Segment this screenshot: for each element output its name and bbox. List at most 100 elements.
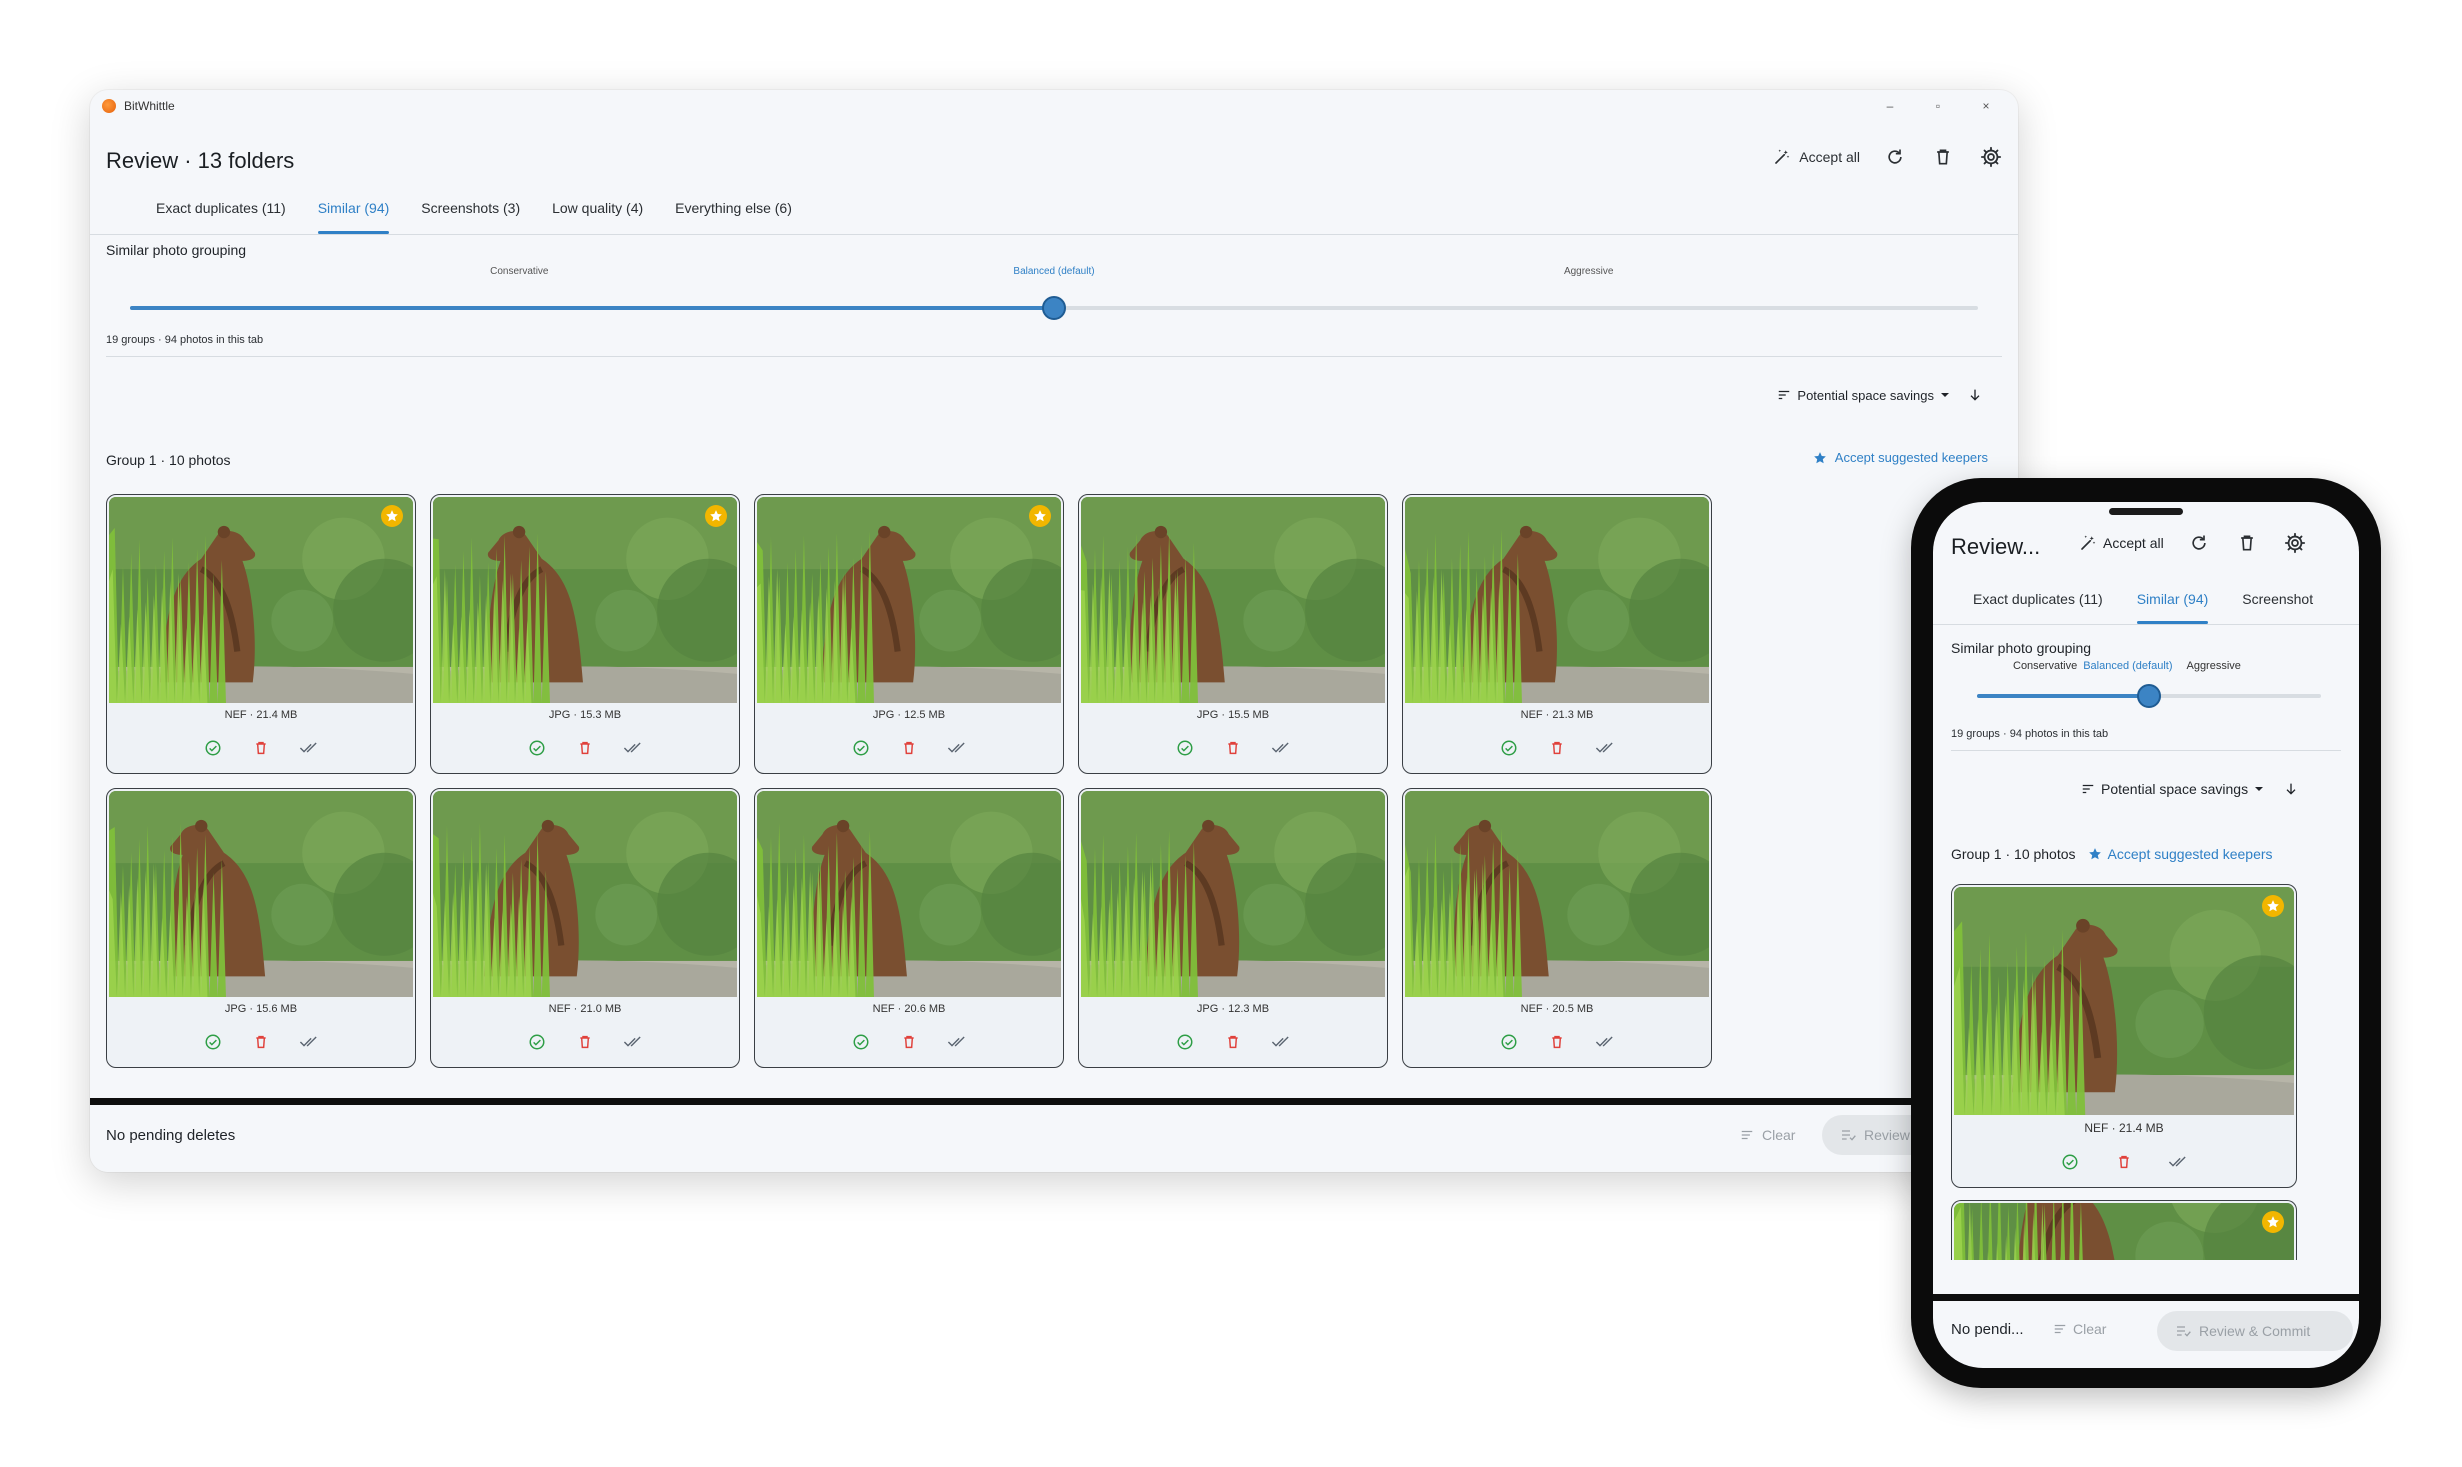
keep-this-only-button[interactable] [1594, 737, 1616, 759]
photo-card[interactable]: NEF · 21.0 MB [430, 788, 740, 1068]
mobile-level-aggressive[interactable]: Aggressive [2186, 660, 2240, 672]
photo-card[interactable]: NEF · 21.3 MB [1402, 494, 1712, 774]
trash-icon [1228, 1035, 1238, 1049]
tab-exact-duplicates[interactable]: Exact duplicates (11) [156, 190, 286, 234]
photo-thumbnail[interactable] [433, 791, 737, 997]
close-button[interactable]: × [1962, 90, 2010, 122]
mobile-accept-all-button[interactable]: Accept all [2079, 534, 2164, 552]
photo-image [1954, 887, 2294, 1115]
mobile-refresh-button[interactable] [2186, 530, 2212, 556]
slider-thumb[interactable] [1042, 296, 1066, 320]
minimize-button[interactable]: – [1866, 90, 1914, 122]
keep-this-only-button[interactable] [946, 737, 968, 759]
delete-photo-button[interactable] [1222, 1031, 1244, 1053]
keep-button[interactable] [850, 1031, 872, 1053]
photo-thumbnail[interactable] [757, 497, 1061, 703]
mobile-review-commit-button[interactable]: Review & Commit [2157, 1311, 2353, 1351]
keep-button[interactable] [526, 737, 548, 759]
mobile-tab-screenshots[interactable]: Screenshot [2242, 580, 2313, 624]
photo-thumbnail[interactable] [1081, 791, 1385, 997]
photo-thumbnail[interactable] [1954, 887, 2294, 1115]
keep-button[interactable] [202, 737, 224, 759]
photo-card[interactable]: NEF · 21.4 MB [106, 494, 416, 774]
mobile-photo-card-partial[interactable] [1951, 1200, 2297, 1260]
mobile-grouping-slider[interactable] [1977, 684, 2321, 708]
keep-button[interactable] [850, 737, 872, 759]
delete-photo-button[interactable] [898, 1031, 920, 1053]
photo-actions [107, 1031, 415, 1053]
keep-this-only-button[interactable] [298, 737, 320, 759]
level-balanced[interactable]: Balanced (default) [1013, 266, 1094, 277]
grouping-slider[interactable] [130, 296, 1978, 320]
mobile-tab-similar[interactable]: Similar (94) [2136, 580, 2208, 624]
refresh-button[interactable] [1882, 144, 1908, 170]
delete-photo-button[interactable] [250, 1031, 272, 1053]
keep-button[interactable] [1174, 1031, 1196, 1053]
mobile-clear-button[interactable]: Clear [2053, 1321, 2106, 1337]
mobile-slider-thumb[interactable] [2137, 684, 2161, 708]
mobile-accept-keepers-link[interactable]: Accept suggested keepers [2088, 846, 2273, 862]
delete-photo-button[interactable] [250, 737, 272, 759]
level-conservative[interactable]: Conservative [490, 266, 548, 277]
keep-button[interactable] [1498, 737, 1520, 759]
keep-button[interactable] [526, 1031, 548, 1053]
keep-this-only-button[interactable] [298, 1031, 320, 1053]
sort-dropdown[interactable]: Potential space savings [1777, 388, 1950, 403]
photo-thumbnail[interactable] [1405, 497, 1709, 703]
keep-button[interactable] [1174, 737, 1196, 759]
photo-thumbnail[interactable] [757, 791, 1061, 997]
mobile-level-balanced[interactable]: Balanced (default) [2083, 660, 2172, 672]
tab-everything-else[interactable]: Everything else (6) [675, 190, 792, 234]
keep-this-only-button[interactable] [622, 737, 644, 759]
maximize-button[interactable]: ▫ [1914, 90, 1962, 122]
keep-button[interactable] [202, 1031, 224, 1053]
delete-photo-button[interactable] [898, 737, 920, 759]
photo-card[interactable]: JPG · 15.6 MB [106, 788, 416, 1068]
mobile-sort-dropdown[interactable]: Potential space savings [2081, 781, 2264, 797]
settings-button[interactable] [1978, 144, 2004, 170]
photo-thumbnail[interactable] [1405, 791, 1709, 997]
delete-photo-button[interactable] [574, 1031, 596, 1053]
delete-photo-button[interactable] [574, 737, 596, 759]
refresh-icon [2192, 535, 2206, 550]
accept-all-button[interactable]: Accept all [1773, 148, 1860, 166]
keep-this-only-button[interactable] [1270, 1031, 1292, 1053]
keep-this-only-button[interactable] [1270, 737, 1292, 759]
photo-image [109, 497, 413, 703]
photo-card[interactable]: JPG · 12.3 MB [1078, 788, 1388, 1068]
keep-this-only-button[interactable] [1594, 1031, 1616, 1053]
keep-this-only-button[interactable] [946, 1031, 968, 1053]
tab-similar[interactable]: Similar (94) [317, 190, 389, 234]
delete-photo-button[interactable] [1546, 1031, 1568, 1053]
keep-this-only-button[interactable] [2167, 1151, 2189, 1173]
photo-thumbnail[interactable] [109, 497, 413, 703]
tab-low-quality[interactable]: Low quality (4) [552, 190, 643, 234]
photo-thumbnail[interactable] [109, 791, 413, 997]
level-aggressive[interactable]: Aggressive [1564, 266, 1613, 277]
mobile-tab-exact-duplicates[interactable]: Exact duplicates (11) [1973, 580, 2103, 624]
photo-thumbnail[interactable] [433, 497, 737, 703]
photo-thumbnail[interactable] [1954, 1203, 2294, 1260]
delete-photo-button[interactable] [1546, 737, 1568, 759]
accept-suggested-keepers-link[interactable]: Accept suggested keepers [1813, 450, 1988, 465]
delete-photo-button[interactable] [2113, 1151, 2135, 1173]
clear-button[interactable]: Clear [1740, 1127, 1795, 1143]
photo-thumbnail[interactable] [1081, 497, 1385, 703]
mobile-photo-card[interactable]: NEF · 21.4 MB [1951, 884, 2297, 1188]
photo-card[interactable]: NEF · 20.5 MB [1402, 788, 1712, 1068]
photo-card[interactable]: NEF · 20.6 MB [754, 788, 1064, 1068]
photo-card[interactable]: JPG · 12.5 MB [754, 494, 1064, 774]
mobile-settings-button[interactable] [2282, 530, 2308, 556]
sort-direction-button[interactable] [1962, 382, 1988, 408]
keep-button[interactable] [1498, 1031, 1520, 1053]
mobile-sort-direction-button[interactable] [2278, 776, 2304, 802]
delete-photo-button[interactable] [1222, 737, 1244, 759]
tab-screenshots[interactable]: Screenshots (3) [421, 190, 520, 234]
mobile-delete-button[interactable] [2234, 530, 2260, 556]
keep-this-only-button[interactable] [622, 1031, 644, 1053]
photo-card[interactable]: JPG · 15.3 MB [430, 494, 740, 774]
keep-button[interactable] [2059, 1151, 2081, 1173]
delete-button[interactable] [1930, 144, 1956, 170]
photo-card[interactable]: JPG · 15.5 MB [1078, 494, 1388, 774]
mobile-level-conservative[interactable]: Conservative [2013, 660, 2077, 672]
